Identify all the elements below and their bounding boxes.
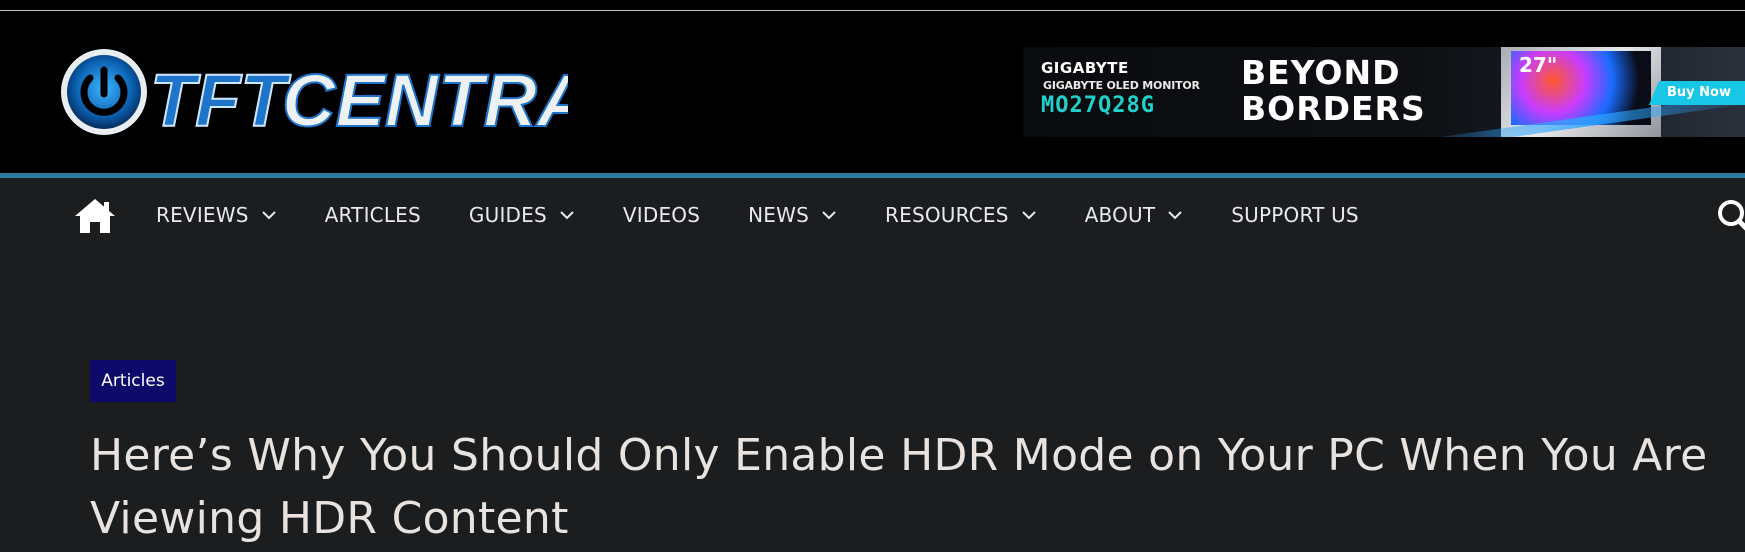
banner-ad[interactable]: GIGABYTE GIGABYTE OLED MONITOR MO27Q28G …: [1023, 47, 1745, 137]
nav-item-label: ARTICLES: [324, 203, 421, 227]
chevron-down-icon: [560, 211, 574, 220]
ad-brand: GIGABYTE: [1041, 59, 1129, 77]
nav-item-label: SUPPORT US: [1231, 203, 1359, 227]
search-icon[interactable]: [1714, 196, 1745, 236]
chevron-down-icon: [822, 211, 836, 220]
home-icon[interactable]: [72, 196, 118, 236]
nav-item-news[interactable]: NEWS: [748, 203, 837, 227]
article-title: Here’s Why You Should Only Enable HDR Mo…: [90, 430, 1708, 544]
nav-menu: REVIEWS ARTICLES GUIDES VIDEOS NEWS RESOURCES…: [156, 198, 1407, 232]
ad-buy-now-button[interactable]: Buy Now: [1649, 81, 1745, 105]
nav-item-label: NEWS: [748, 203, 810, 227]
nav-item-guides[interactable]: GUIDES: [469, 203, 575, 227]
nav-item-label: RESOURCES: [885, 203, 1009, 227]
top-divider: [0, 10, 1745, 11]
nav-item-label: VIDEOS: [622, 203, 701, 227]
nav-item-reviews[interactable]: REVIEWS: [156, 203, 277, 227]
category-badge[interactable]: Articles: [90, 360, 176, 402]
logo-central-text: CENTRAL: [282, 59, 568, 140]
chevron-down-icon: [261, 211, 276, 220]
nav-item-support-us[interactable]: SUPPORT US: [1231, 203, 1359, 227]
ad-headline: BEYOND BORDERS: [1241, 53, 1426, 128]
nav-item-label: REVIEWS: [156, 203, 249, 227]
nav-item-articles[interactable]: ARTICLES: [325, 203, 421, 227]
nav-item-videos[interactable]: VIDEOS: [623, 203, 700, 227]
ad-subtitle: GIGABYTE OLED MONITOR: [1043, 79, 1200, 92]
ad-monitor-size: 27": [1519, 53, 1558, 77]
site-logo[interactable]: TFT CENTRAL: [58, 44, 568, 140]
chevron-down-icon: [1021, 211, 1036, 220]
nav-item-resources[interactable]: RESOURCES: [885, 203, 1037, 227]
logo-tft-text: TFT: [150, 59, 291, 140]
ad-model: MO27Q28G: [1041, 93, 1155, 118]
chevron-down-icon: [1168, 211, 1182, 220]
nav-item-about[interactable]: ABOUT: [1085, 203, 1184, 227]
nav-item-label: GUIDES: [468, 203, 547, 227]
nav-item-label: ABOUT: [1084, 203, 1156, 227]
